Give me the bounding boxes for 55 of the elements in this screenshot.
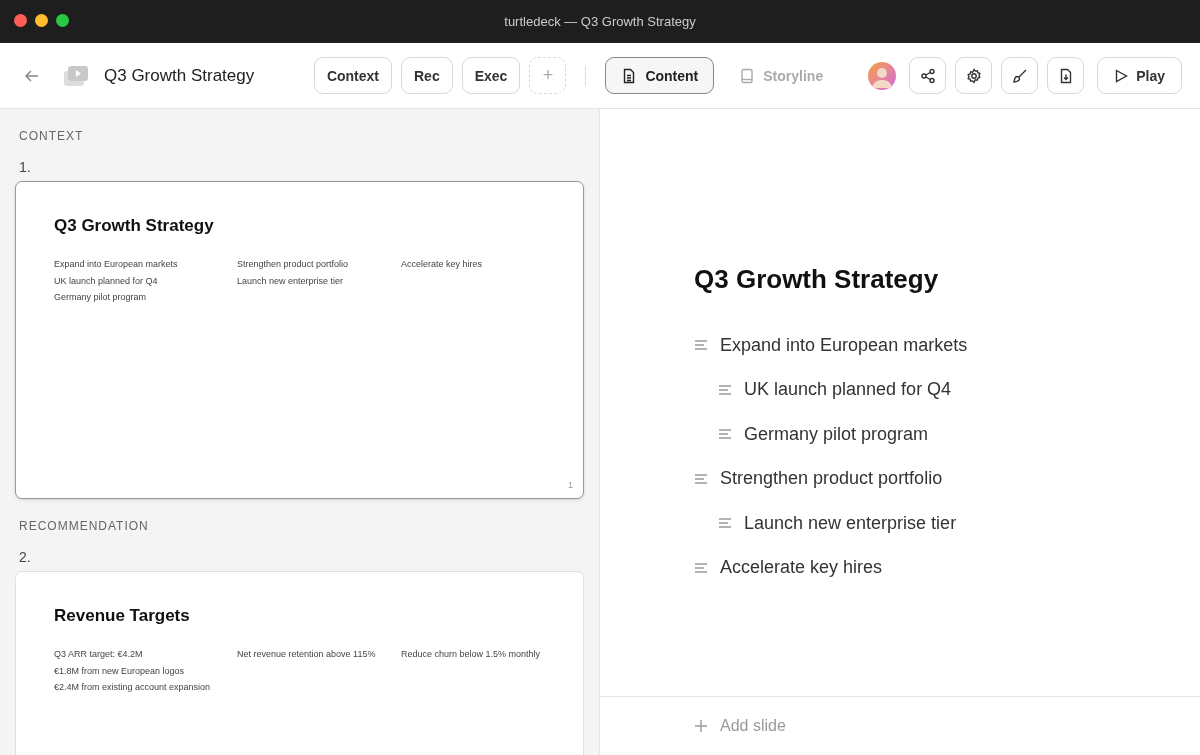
text-lines-icon [718, 383, 732, 396]
outline-item: Accelerate key hires [720, 557, 883, 579]
plus-icon [694, 719, 708, 733]
section-button[interactable]: Exec [461, 57, 521, 94]
outline-item: UK launch planned for Q4 [744, 379, 952, 401]
slide-title: Q3 Growth Strategy [54, 216, 215, 236]
slide-bullet: €1.8M from new European logos [54, 664, 186, 678]
play-icon [1114, 68, 1129, 83]
toolbar-button[interactable] [955, 57, 993, 94]
slide-number: 2. [19, 549, 32, 565]
slide-heading: Q3 Growth Strategy [694, 264, 940, 295]
slide-bullet: Reduce churn below 1.5% monthly [401, 648, 542, 661]
slide-bullet: Strengthen product portfolio [237, 258, 350, 271]
back-arrow-icon [24, 67, 40, 84]
toolbar-button[interactable] [909, 57, 947, 94]
text-lines-icon [694, 561, 708, 574]
slide-bullet: Net revenue retention above 115% [237, 648, 377, 661]
slide-bullet: Germany pilot program [54, 291, 148, 304]
text-lines-icon [718, 517, 732, 530]
slides-logo-icon [63, 63, 89, 88]
minimize-button[interactable] [35, 14, 48, 27]
text-lines-icon [694, 472, 708, 485]
slide-bullet: Expand into European markets [54, 258, 179, 271]
slide-bullet: €2.4M from existing account expansion [54, 681, 212, 694]
outline-item: Expand into European markets [720, 334, 968, 356]
window-title: turtledeck — Q3 Growth Strategy [504, 14, 696, 29]
text-lines-icon [694, 339, 708, 352]
deck-title: Q3 Growth Strategy [104, 65, 255, 86]
outline-item: Germany pilot program [744, 423, 929, 445]
close-button[interactable] [14, 14, 27, 27]
user-avatar[interactable] [868, 61, 897, 90]
brush-icon [1011, 67, 1028, 84]
slide-title: Revenue Targets [54, 606, 191, 626]
slide-bullet: Launch new enterprise tier [237, 274, 345, 288]
section-button[interactable]: Rec [401, 57, 453, 94]
slide-bullet: Q3 ARR target: €4.2M [54, 648, 144, 661]
slide-bullet: UK launch planned for Q4 [54, 274, 159, 288]
slide-bullet: Accelerate key hires [401, 258, 484, 271]
slide-thumbnail[interactable]: Revenue Targets Q3 ARR target: €4.2M €1.8M from new European logos €2.4M from existing account expansion Net revenue retention above 115% Reduce churn below 1.5% monthly [15, 571, 584, 755]
share-icon [919, 67, 936, 84]
text-lines-icon [718, 428, 732, 441]
section-button[interactable]: Context [313, 57, 392, 94]
play-button[interactable]: Play [1097, 57, 1182, 94]
section-label: CONTEXT [19, 129, 85, 143]
settings-icon [965, 67, 982, 84]
toolbar-button[interactable] [1047, 57, 1085, 94]
zoom-button[interactable] [56, 14, 69, 27]
slide-number: 1. [19, 159, 32, 175]
view-tab[interactable]: Content [605, 57, 715, 94]
outline-item: Launch new enterprise tier [744, 512, 957, 534]
outline-item: Strengthen product portfolio [720, 468, 943, 490]
page-number: 1 [568, 480, 573, 490]
section-label: RECOMMENDATION [19, 519, 150, 533]
book-icon [739, 67, 756, 84]
slide-thumbnail[interactable]: Q3 Growth Strategy Expand into European markets UK launch planned for Q4 Germany pilot program Strengthen product portfolio Launch new enterprise tier Accelerate key hires 1 [15, 181, 584, 499]
